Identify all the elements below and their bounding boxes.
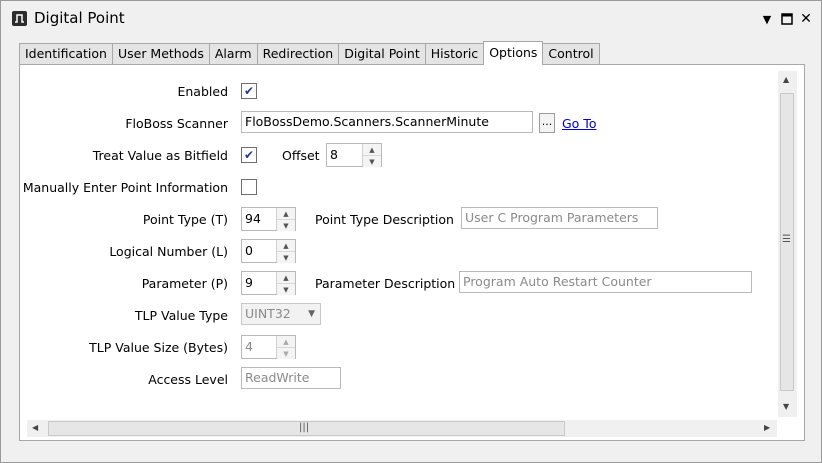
tab-digital-point[interactable]: Digital Point bbox=[338, 43, 426, 64]
point-type-description-label: Point Type Description bbox=[315, 212, 454, 227]
offset-label: Offset bbox=[282, 148, 320, 163]
tab-control[interactable]: Control bbox=[542, 43, 600, 64]
maximize-icon[interactable] bbox=[778, 10, 796, 28]
point-type-up-arrow-icon[interactable]: ▲ bbox=[277, 208, 295, 220]
window-title: Digital Point bbox=[34, 9, 125, 27]
point-type-description-field: User C Program Parameters bbox=[461, 207, 658, 229]
offset-up-arrow-icon[interactable]: ▲ bbox=[363, 144, 381, 156]
tlp-value-type-value: UINT32 bbox=[245, 306, 291, 321]
manually-enter-point-information-label: Manually Enter Point Information bbox=[22, 180, 228, 195]
offset-down-arrow-icon[interactable]: ▼ bbox=[363, 156, 381, 167]
tlp-value-type-select[interactable]: UINT32 ▼ bbox=[241, 303, 321, 325]
digital-point-icon bbox=[12, 11, 27, 26]
logical-number-value: 0 bbox=[245, 243, 253, 258]
tlp-value-size-label: TLP Value Size (Bytes) bbox=[89, 340, 228, 355]
tab-options[interactable]: Options bbox=[483, 41, 544, 65]
parameter-down-arrow-icon[interactable]: ▼ bbox=[277, 284, 295, 295]
parameter-description-field: Program Auto Restart Counter bbox=[459, 271, 752, 293]
tab-identification[interactable]: Identification bbox=[19, 43, 113, 64]
treat-value-as-bitfield-label: Treat Value as Bitfield bbox=[92, 148, 228, 163]
offset-stepper[interactable]: 8 ▲ ▼ bbox=[326, 143, 382, 167]
horizontal-scrollbar[interactable]: ◀ ||| ▶ bbox=[27, 420, 777, 437]
parameter-description-label: Parameter Description bbox=[315, 276, 456, 291]
tab-user-methods[interactable]: User Methods bbox=[111, 43, 210, 64]
logical-number-label: Logical Number (L) bbox=[109, 244, 228, 259]
logical-number-down-arrow-icon[interactable]: ▼ bbox=[277, 252, 295, 263]
scroll-down-arrow-icon[interactable]: ▼ bbox=[783, 402, 789, 411]
access-level-label: Access Level bbox=[148, 372, 228, 387]
tlp-value-size-value: 4 bbox=[245, 339, 253, 354]
scanner-browse-button[interactable]: ... bbox=[539, 113, 555, 133]
grip-icon: ||| bbox=[299, 422, 310, 433]
parameter-stepper[interactable]: 9 ▲ ▼ bbox=[241, 271, 296, 295]
tab-redirection[interactable]: Redirection bbox=[256, 43, 340, 64]
point-type-label: Point Type (T) bbox=[142, 212, 228, 227]
scroll-left-arrow-icon[interactable]: ◀ bbox=[32, 423, 38, 432]
tab-alarm[interactable]: Alarm bbox=[208, 43, 258, 64]
offset-value: 8 bbox=[330, 147, 338, 162]
manually-enter-point-information-checkbox[interactable] bbox=[241, 179, 257, 195]
point-type-down-arrow-icon[interactable]: ▼ bbox=[277, 220, 295, 231]
parameter-label: Parameter (P) bbox=[141, 276, 228, 291]
tlp-size-up-arrow-icon: ▲ bbox=[277, 336, 295, 348]
tlp-value-size-stepper: 4 ▲ ▼ bbox=[241, 335, 296, 359]
point-type-stepper[interactable]: 94 ▲ ▼ bbox=[241, 207, 296, 231]
tab-historic[interactable]: Historic bbox=[424, 43, 485, 64]
tlp-size-down-arrow-icon: ▼ bbox=[277, 348, 295, 359]
enabled-checkbox[interactable]: ✔ bbox=[241, 83, 257, 99]
horizontal-scroll-thumb[interactable]: ||| bbox=[48, 421, 565, 436]
logical-number-up-arrow-icon[interactable]: ▲ bbox=[277, 240, 295, 252]
logical-number-stepper[interactable]: 0 ▲ ▼ bbox=[241, 239, 296, 263]
access-level-field: ReadWrite bbox=[241, 367, 341, 389]
parameter-value: 9 bbox=[245, 275, 253, 290]
title-bar: Digital Point ▼ ✕ bbox=[1, 1, 821, 39]
scroll-up-arrow-icon[interactable]: ▲ bbox=[783, 75, 789, 84]
treat-value-as-bitfield-checkbox[interactable]: ✔ bbox=[241, 147, 257, 163]
parameter-up-arrow-icon[interactable]: ▲ bbox=[277, 272, 295, 284]
digital-point-window: Digital Point ▼ ✕ Identification User Me… bbox=[0, 0, 822, 463]
point-type-value: 94 bbox=[245, 211, 261, 226]
grip-icon: ☰ bbox=[782, 234, 791, 245]
tab-strip: Identification User Methods Alarm Redire… bbox=[19, 41, 600, 65]
floboss-scanner-label: FloBoss Scanner bbox=[125, 116, 228, 131]
vertical-scrollbar[interactable]: ▲ ☰ ▼ bbox=[778, 71, 797, 417]
close-icon[interactable]: ✕ bbox=[797, 10, 815, 28]
floboss-scanner-input[interactable]: FloBossDemo.Scanners.ScannerMinute bbox=[241, 111, 533, 133]
enabled-label: Enabled bbox=[177, 84, 228, 99]
tlp-value-type-label: TLP Value Type bbox=[134, 308, 228, 323]
go-to-link[interactable]: Go To bbox=[562, 116, 596, 131]
chevron-down-icon: ▼ bbox=[308, 309, 315, 319]
vertical-scroll-thumb[interactable]: ☰ bbox=[780, 93, 794, 391]
scroll-right-arrow-icon[interactable]: ▶ bbox=[764, 423, 770, 432]
window-menu-dropdown-icon[interactable]: ▼ bbox=[758, 10, 776, 28]
